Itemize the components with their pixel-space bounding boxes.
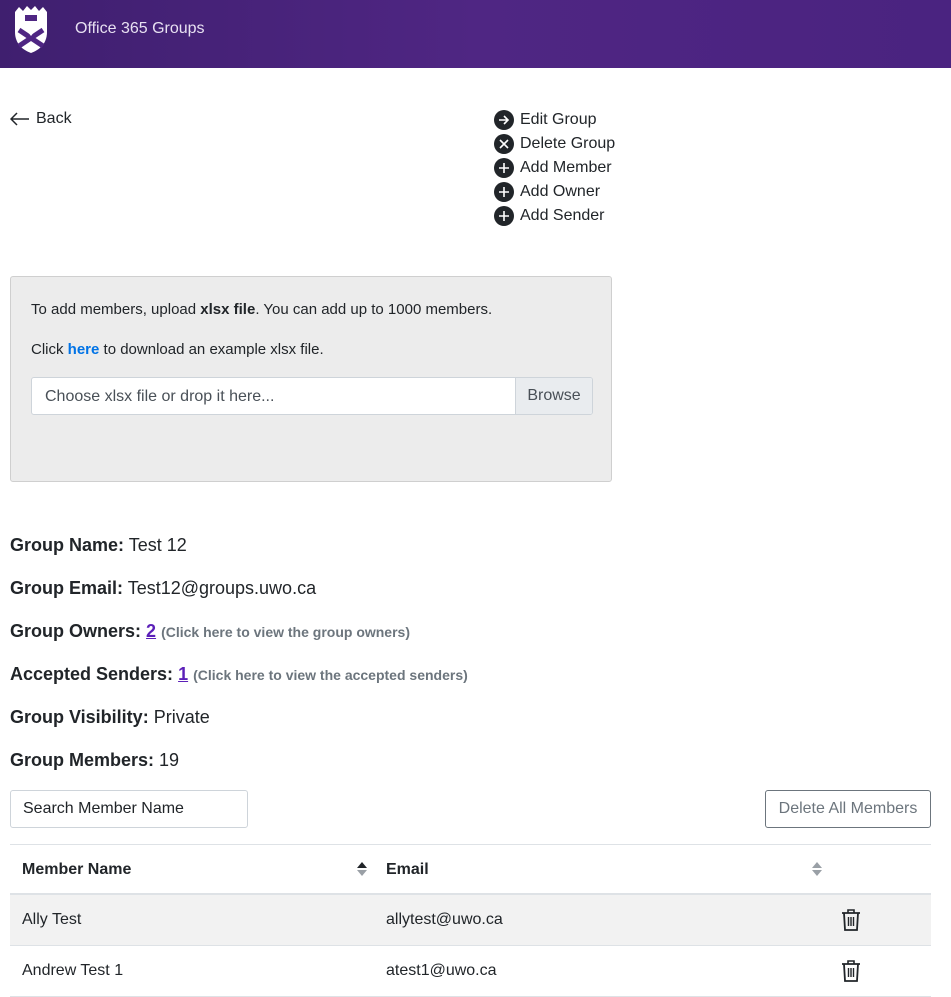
table-row: Andrew Test 1 atest1@uwo.ca <box>10 946 931 997</box>
browse-button[interactable]: Browse <box>515 378 592 414</box>
upload-instructions: To add members, upload xlsx file. You ca… <box>31 301 492 318</box>
group-visibility-label: Group Visibility: <box>10 707 149 727</box>
column-header-email[interactable]: Email <box>386 861 429 879</box>
back-label: Back <box>36 110 72 127</box>
plus-circle-icon <box>494 182 514 202</box>
member-email-cell: allytest@uwo.ca <box>386 911 503 928</box>
add-sender-label: Add Sender <box>520 207 605 224</box>
group-owners-count-link[interactable]: 2 <box>146 621 156 641</box>
member-name-cell: Andrew Test 1 <box>22 962 124 979</box>
example-download-text: Click here to download an example xlsx f… <box>31 341 324 358</box>
add-owner-label: Add Owner <box>520 183 601 200</box>
file-upload-input[interactable]: Choose xlsx file or drop it here... Brow… <box>31 377 593 415</box>
group-actions: Edit Group Delete Group Add Member Add O… <box>494 108 615 228</box>
delete-group-button[interactable]: Delete Group <box>494 132 615 156</box>
accepted-senders-hint[interactable]: (Click here to view the accepted senders… <box>193 667 468 683</box>
edit-group-label: Edit Group <box>520 111 597 128</box>
delete-all-members-button[interactable]: Delete All Members <box>765 790 931 828</box>
back-link[interactable]: Back <box>10 110 72 128</box>
group-visibility-value: Private <box>153 707 210 727</box>
accepted-senders-row: Accepted Senders: 1 (Click here to view … <box>10 664 468 685</box>
sort-ascending-icon[interactable] <box>356 861 368 877</box>
group-name-row: Group Name: Test 12 <box>10 535 187 556</box>
app-title: Office 365 Groups <box>75 20 205 37</box>
group-name-label: Group Name: <box>10 535 125 555</box>
delete-group-label: Delete Group <box>520 135 616 152</box>
add-member-label: Add Member <box>520 159 612 176</box>
group-members-label: Group Members: <box>10 750 155 770</box>
arrow-right-circle-icon <box>494 110 514 130</box>
example-download-link[interactable]: here <box>68 341 100 358</box>
edit-group-button[interactable]: Edit Group <box>494 108 615 132</box>
accepted-senders-label: Accepted Senders: <box>10 664 174 684</box>
example-download-prefix: Click <box>31 341 68 358</box>
group-owners-hint[interactable]: (Click here to view the group owners) <box>161 624 410 640</box>
add-member-button[interactable]: Add Member <box>494 156 615 180</box>
member-name-cell: Ally Test <box>22 911 82 928</box>
plus-circle-icon <box>494 206 514 226</box>
upload-file-type: xlsx file <box>200 301 256 318</box>
member-search-input[interactable] <box>10 790 248 828</box>
group-email-row: Group Email: Test12@groups.uwo.ca <box>10 578 316 599</box>
trash-icon[interactable] <box>840 908 862 932</box>
member-email-cell: atest1@uwo.ca <box>386 962 497 979</box>
group-email-value: Test12@groups.uwo.ca <box>127 578 317 598</box>
example-download-suffix: to download an example xlsx file. <box>99 341 324 358</box>
members-table: Member Name Email Ally Test allytest@uwo… <box>10 844 931 997</box>
table-header: Member Name Email <box>10 845 931 895</box>
arrow-left-icon <box>10 112 29 126</box>
top-bar: Office 365 Groups <box>0 0 951 68</box>
file-input-placeholder: Choose xlsx file or drop it here... <box>45 388 275 405</box>
group-owners-row: Group Owners: 2 (Click here to view the … <box>10 621 410 642</box>
table-row: Ally Test allytest@uwo.ca <box>10 895 931 946</box>
group-email-label: Group Email: <box>10 578 124 598</box>
group-name-value: Test 12 <box>128 535 187 555</box>
trash-icon[interactable] <box>840 959 862 983</box>
add-owner-button[interactable]: Add Owner <box>494 180 615 204</box>
sort-icon[interactable] <box>811 861 823 877</box>
column-header-member-name[interactable]: Member Name <box>22 861 131 879</box>
add-sender-button[interactable]: Add Sender <box>494 204 615 228</box>
group-members-row: Group Members: 19 <box>10 750 179 771</box>
group-owners-label: Group Owners: <box>10 621 142 641</box>
group-visibility-row: Group Visibility: Private <box>10 707 210 728</box>
plus-circle-icon <box>494 158 514 178</box>
upload-instructions-suffix: . You can add up to 1000 members. <box>255 301 493 318</box>
upload-panel: To add members, upload xlsx file. You ca… <box>10 276 612 482</box>
university-crest-logo <box>15 6 47 53</box>
accepted-senders-count-link[interactable]: 1 <box>178 664 188 684</box>
group-members-value: 19 <box>159 750 180 770</box>
upload-instructions-prefix: To add members, upload <box>31 301 201 318</box>
x-circle-icon <box>494 134 514 154</box>
